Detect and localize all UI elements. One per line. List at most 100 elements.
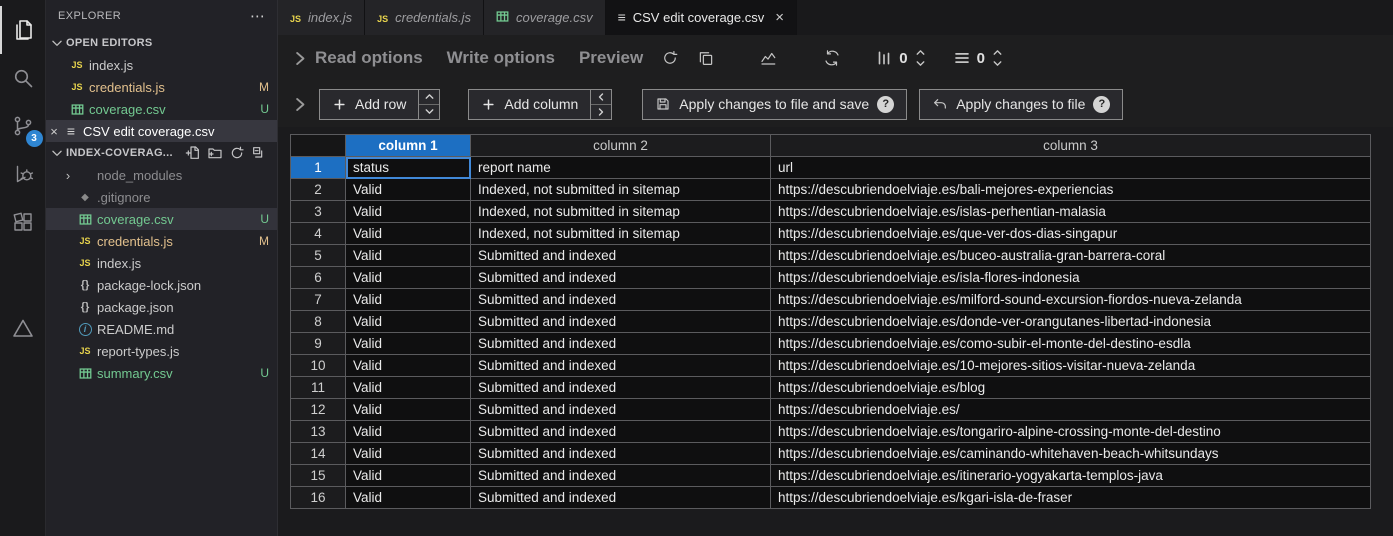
file-package-json[interactable]: {} package.json: [46, 296, 277, 318]
cell-r2c1[interactable]: Valid: [345, 178, 471, 201]
cell-r9c2[interactable]: Submitted and indexed: [470, 332, 771, 355]
cell-r13c2[interactable]: Submitted and indexed: [470, 420, 771, 443]
cell-r8c1[interactable]: Valid: [345, 310, 471, 333]
reset-data-icon[interactable]: [661, 49, 679, 67]
file-package-lock-json[interactable]: {} package-lock.json: [46, 274, 277, 296]
cell-r15c3[interactable]: https://descubriendoelviaje.es/itinerari…: [770, 464, 1371, 487]
open-editor-credentials-js[interactable]: JS credentials.js M: [46, 76, 277, 98]
row-number-9[interactable]: 9: [290, 332, 346, 355]
row-number-2[interactable]: 2: [290, 178, 346, 201]
insert-column-right-icon[interactable]: [591, 104, 612, 119]
row-number-14[interactable]: 14: [290, 442, 346, 465]
row-number-12[interactable]: 12: [290, 398, 346, 421]
cell-r4c2[interactable]: Indexed, not submitted in sitemap: [470, 222, 771, 245]
cell-r5c2[interactable]: Submitted and indexed: [470, 244, 771, 267]
cell-r11c2[interactable]: Submitted and indexed: [470, 376, 771, 399]
cell-r14c2[interactable]: Submitted and indexed: [470, 442, 771, 465]
apply-button[interactable]: Apply changes to file ?: [919, 88, 1124, 120]
column-next-icon[interactable]: [914, 58, 927, 69]
row-number-5[interactable]: 5: [290, 244, 346, 267]
open-editor-index-js[interactable]: JS index.js: [46, 54, 277, 76]
table-corner[interactable]: [290, 134, 346, 157]
file-index-js[interactable]: JS index.js: [46, 252, 277, 274]
activity-custom-extension[interactable]: [0, 304, 46, 352]
activity-source-control[interactable]: 3: [0, 102, 46, 150]
row-number-3[interactable]: 3: [290, 200, 346, 223]
activity-explorer[interactable]: [0, 6, 46, 54]
tab-coverage-csv[interactable]: coverage.csv: [483, 0, 606, 35]
cell-r3c1[interactable]: Valid: [345, 200, 471, 223]
cell-r15c2[interactable]: Submitted and indexed: [470, 464, 771, 487]
tab-credentials-js[interactable]: JS credentials.js: [365, 0, 484, 35]
more-actions-icon[interactable]: ⋯: [250, 7, 265, 25]
add-row-button[interactable]: Add row: [319, 88, 420, 120]
cell-r12c1[interactable]: Valid: [345, 398, 471, 421]
activity-run-debug[interactable]: [0, 150, 46, 198]
insert-row-above-icon[interactable]: [419, 89, 440, 105]
row-number-7[interactable]: 7: [290, 288, 346, 311]
column-header-2[interactable]: column 2: [470, 134, 771, 157]
cell-r14c3[interactable]: https://descubriendoelviaje.es/caminando…: [770, 442, 1371, 465]
row-number-1[interactable]: 1: [290, 156, 346, 179]
read-options-heading[interactable]: Read options: [315, 48, 423, 68]
file-readme-md[interactable]: i README.md: [46, 318, 277, 340]
row-next-icon[interactable]: [991, 58, 1004, 69]
row-number-6[interactable]: 6: [290, 266, 346, 289]
cell-r16c1[interactable]: Valid: [345, 486, 471, 509]
cell-r2c2[interactable]: Indexed, not submitted in sitemap: [470, 178, 771, 201]
help-icon[interactable]: ?: [1093, 95, 1111, 113]
cell-r8c2[interactable]: Submitted and indexed: [470, 310, 771, 333]
file-report-types-js[interactable]: JS report-types.js: [46, 340, 277, 362]
open-editor-csv-edit-coverage-csv[interactable]: × ≡ CSV edit coverage.csv: [46, 120, 277, 142]
read-options-chevron-icon[interactable]: [290, 49, 309, 68]
cell-r16c2[interactable]: Submitted and indexed: [470, 486, 771, 509]
column-header-1[interactable]: column 1: [345, 134, 471, 157]
column-header-3[interactable]: column 3: [770, 134, 1371, 157]
row-number-4[interactable]: 4: [290, 222, 346, 245]
chart-icon[interactable]: [759, 49, 777, 67]
cell-r7c2[interactable]: Submitted and indexed: [470, 288, 771, 311]
new-folder-icon[interactable]: [207, 145, 223, 161]
cell-r12c2[interactable]: Submitted and indexed: [470, 398, 771, 421]
cell-r11c3[interactable]: https://descubriendoelviaje.es/blog: [770, 376, 1371, 399]
cell-r3c3[interactable]: https://descubriendoelviaje.es/islas-per…: [770, 200, 1371, 223]
row-number-8[interactable]: 8: [290, 310, 346, 333]
preview-heading[interactable]: Preview: [579, 48, 643, 68]
activity-extensions[interactable]: [0, 198, 46, 246]
cell-r6c1[interactable]: Valid: [345, 266, 471, 289]
new-file-icon[interactable]: [185, 145, 201, 161]
cell-r11c1[interactable]: Valid: [345, 376, 471, 399]
activity-search[interactable]: [0, 54, 46, 102]
cell-r10c3[interactable]: https://descubriendoelviaje.es/10-mejore…: [770, 354, 1371, 377]
open-editors-header[interactable]: OPEN EDITORS: [46, 32, 277, 54]
file-summary-csv[interactable]: summary.csv U: [46, 362, 277, 384]
sync-reload-icon[interactable]: [823, 49, 841, 67]
close-icon[interactable]: ×: [775, 9, 784, 26]
cell-r1c3[interactable]: url: [770, 156, 1371, 179]
help-icon[interactable]: ?: [877, 95, 895, 113]
workspace-header[interactable]: INDEX-COVERAG...: [46, 142, 277, 164]
row-number-13[interactable]: 13: [290, 420, 346, 443]
cell-r14c1[interactable]: Valid: [345, 442, 471, 465]
close-icon[interactable]: ×: [46, 124, 62, 139]
cell-r15c1[interactable]: Valid: [345, 464, 471, 487]
cell-r1c1[interactable]: status: [345, 156, 471, 179]
row-number-16[interactable]: 16: [290, 486, 346, 509]
cell-r5c1[interactable]: Valid: [345, 244, 471, 267]
cell-r1c2[interactable]: report name: [470, 156, 771, 179]
cell-r9c1[interactable]: Valid: [345, 332, 471, 355]
cell-r4c3[interactable]: https://descubriendoelviaje.es/que-ver-d…: [770, 222, 1371, 245]
add-column-button[interactable]: Add column: [468, 88, 592, 120]
cell-r8c3[interactable]: https://descubriendoelviaje.es/donde-ver…: [770, 310, 1371, 333]
tab-index-js[interactable]: JS index.js: [278, 0, 366, 35]
cell-r13c3[interactable]: https://descubriendoelviaje.es/tongariro…: [770, 420, 1371, 443]
file-coverage-csv[interactable]: coverage.csv U: [46, 208, 277, 230]
cell-r7c1[interactable]: Valid: [345, 288, 471, 311]
refresh-explorer-icon[interactable]: [229, 145, 245, 161]
cell-r12c3[interactable]: https://descubriendoelviaje.es/: [770, 398, 1371, 421]
file-gitignore[interactable]: ◆ .gitignore: [46, 186, 277, 208]
insert-row-below-icon[interactable]: [419, 104, 440, 119]
cell-r3c2[interactable]: Indexed, not submitted in sitemap: [470, 200, 771, 223]
row-number-10[interactable]: 10: [290, 354, 346, 377]
cell-r4c1[interactable]: Valid: [345, 222, 471, 245]
